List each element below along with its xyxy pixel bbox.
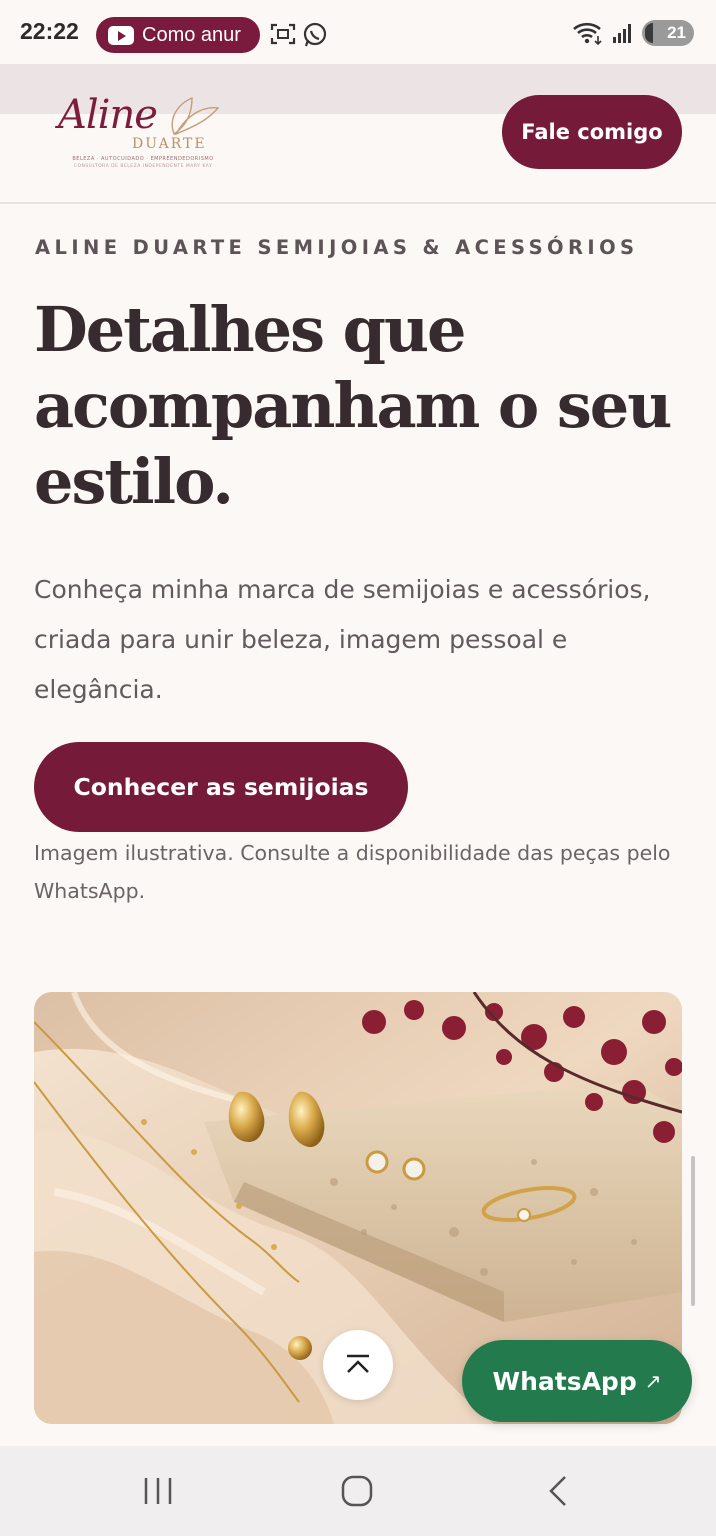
notification-pill[interactable]: Como anur <box>96 17 260 53</box>
logo-name-text: DUARTE <box>132 136 207 152</box>
battery-level: 21 <box>667 23 686 42</box>
logo-subline: CONSULTORA DE BELEZA INDEPENDENTE MARY K… <box>73 164 213 169</box>
back-icon[interactable] <box>545 1474 571 1508</box>
navigation-bar <box>0 1446 716 1536</box>
youtube-icon <box>108 25 134 45</box>
brand-logo[interactable]: Aline DUARTE BELEZA · AUTOCUIDADO · EMPR… <box>52 92 236 176</box>
logo-tagline: BELEZA · AUTOCUIDADO · EMPREENDEDORISMO <box>72 156 214 162</box>
screenshot-icon <box>270 23 296 45</box>
back-to-top-button[interactable] <box>323 1330 393 1400</box>
battery-indicator: 21 <box>642 20 694 46</box>
status-time: 22:22 <box>20 18 79 44</box>
status-right: 21 <box>572 20 694 46</box>
page-scrollbar[interactable] <box>691 1156 695 1306</box>
hero-headline: Detalhes que acompanham o seu estilo. <box>34 293 672 518</box>
leaf-icon <box>171 96 220 136</box>
hero-lead: Conheça minha marca de semijoias e acess… <box>34 575 651 704</box>
wifi-icon <box>573 22 602 46</box>
whatsapp-label: WhatsApp <box>492 1366 637 1396</box>
whatsapp-status-icon <box>303 22 327 47</box>
status-bar: 22:22 Como anur 21 <box>0 0 716 64</box>
hero-disclaimer: Imagem ilustrativa. Consulte a disponibi… <box>34 841 671 903</box>
recents-icon[interactable] <box>142 1474 174 1508</box>
logo-script-text: Aline <box>58 92 158 138</box>
hero-eyebrow: ALINE DUARTE SEMIJOIAS & ACESSÓRIOS <box>35 236 639 259</box>
signal-icon <box>613 24 631 43</box>
cta-button[interactable]: Conhecer as semijoias <box>34 742 408 832</box>
whatsapp-button[interactable]: WhatsApp ↗ <box>462 1340 692 1422</box>
contact-button[interactable]: Fale comigo <box>502 95 682 169</box>
chevron-up-bar-icon <box>347 1354 369 1373</box>
screen: 22:22 Como anur 21 Aline DUARTE BELEZA ·… <box>0 0 716 1536</box>
home-icon[interactable] <box>340 1474 374 1508</box>
notification-pill-text: Como anur <box>142 23 241 46</box>
external-arrow-icon: ↗ <box>644 1369 662 1393</box>
